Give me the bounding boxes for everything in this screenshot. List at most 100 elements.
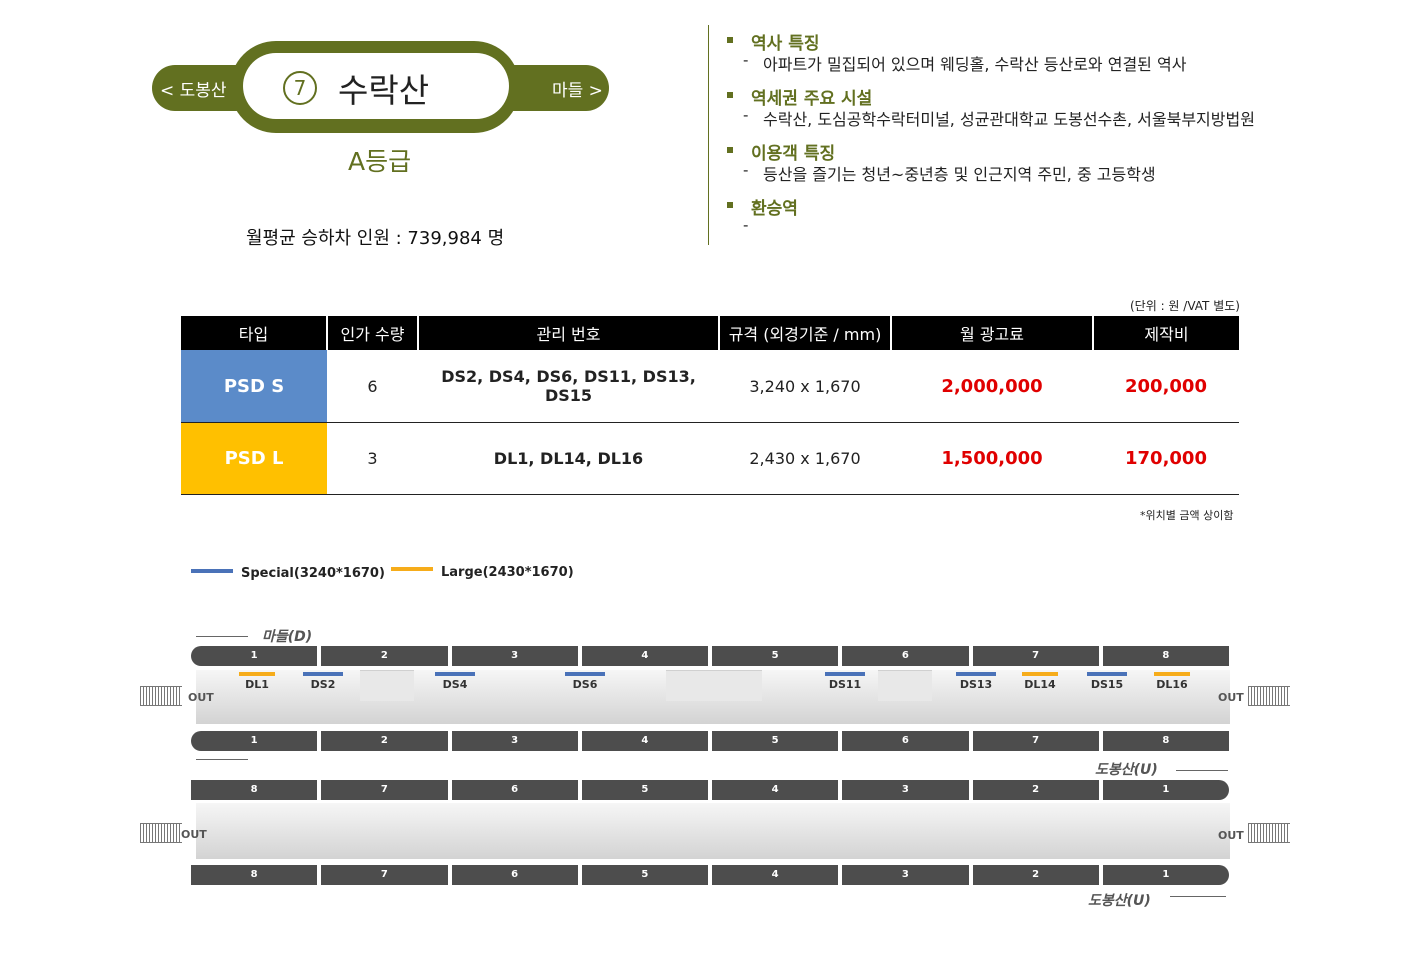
out-label: OUT	[1218, 829, 1244, 842]
dash-icon: -	[743, 106, 749, 124]
arrow-left-icon	[196, 759, 248, 760]
ad-price-table: 타입 인가 수량 관리 번호 규격 (외경기준 / mm) 월 광고료 제작비 …	[181, 316, 1239, 495]
line-number-badge: 7	[283, 71, 317, 105]
screen-label: DL14	[1024, 678, 1056, 691]
screen-marker	[435, 672, 475, 676]
train-car: 7	[972, 731, 1099, 751]
screen-marker	[303, 672, 343, 676]
train-car: 3	[842, 780, 969, 800]
train-car: 8	[191, 865, 318, 885]
train-car: 2	[972, 865, 1099, 885]
screen-marker	[956, 672, 996, 676]
exit-stairs-icon	[140, 823, 182, 843]
train-car: 5	[712, 731, 839, 751]
train-car: 7	[321, 780, 448, 800]
ridership-text: 월평균 승하차 인원 : 739,984 명	[246, 228, 505, 249]
train-car: 2	[972, 780, 1099, 800]
train-car: 7	[972, 646, 1099, 666]
next-station-label: 마들 >	[552, 81, 603, 101]
screen-label: DS6	[572, 678, 598, 691]
qty-cell: 6	[327, 350, 418, 423]
qty-cell: 3	[327, 422, 418, 495]
out-label: OUT	[1218, 691, 1244, 704]
dash-icon: -	[743, 216, 749, 234]
size-cell: 3,240 x 1,670	[719, 350, 891, 423]
exit-stairs-icon	[1248, 686, 1290, 706]
info-text-history: 아파트가 밀집되어 있으며 웨딩홀, 수락산 등산로와 연결된 역사	[763, 55, 1187, 74]
train-car: 1	[1102, 865, 1229, 885]
legend-large-swatch	[391, 567, 433, 571]
out-label: OUT	[181, 828, 207, 841]
platform-gap	[878, 670, 932, 701]
train-car: 8	[1102, 646, 1229, 666]
screen-label: DS4	[442, 678, 468, 691]
train-car: 4	[581, 646, 708, 666]
train-car: 8	[1102, 731, 1229, 751]
screen-marker	[1087, 672, 1127, 676]
divider-line	[708, 25, 709, 245]
dash-icon: -	[743, 51, 749, 69]
legend-special-label: Special(3240*1670)	[241, 566, 385, 581]
bullet-icon	[727, 147, 733, 153]
table-header-row: 타입 인가 수량 관리 번호 규격 (외경기준 / mm) 월 광고료 제작비	[181, 316, 1239, 350]
arrow-right-icon	[1170, 896, 1226, 897]
train-car: 1	[191, 646, 318, 666]
platform-gap	[666, 670, 762, 701]
train-car: 4	[712, 865, 839, 885]
train-car: 2	[321, 731, 448, 751]
col-header-ids: 관리 번호	[418, 316, 720, 350]
train-car: 5	[712, 646, 839, 666]
type-cell: PSD S	[181, 350, 327, 423]
col-header-monthly: 월 광고료	[891, 316, 1094, 350]
screen-label: DS2	[310, 678, 336, 691]
arrow-right-icon	[1176, 770, 1228, 771]
ids-cell: DS2, DS4, DS6, DS11, DS13, DS15	[418, 350, 719, 423]
screen-marker	[825, 672, 865, 676]
bullet-icon	[727, 37, 733, 43]
monthly-fee-cell: 2,000,000	[891, 350, 1093, 423]
prev-station-label: < 도봉산	[160, 81, 227, 101]
legend-special-swatch	[191, 569, 233, 573]
train-car: 6	[842, 731, 969, 751]
screen-label: DS13	[959, 678, 993, 691]
direction-label-mid: 도봉산(U)	[1095, 762, 1158, 778]
info-text-users: 등산을 즐기는 청년~중년층 및 인근지역 주민, 중 고등학생	[763, 165, 1156, 184]
direction-label-bottom: 도봉산(U)	[1088, 893, 1151, 909]
train-car: 1	[191, 731, 318, 751]
screen-marker	[1022, 672, 1058, 676]
station-name: 수락산	[338, 71, 430, 110]
arrow-left-icon	[196, 636, 248, 637]
table-row: PSD L 3 DL1, DL14, DL16 2,430 x 1,670 1,…	[181, 422, 1239, 495]
out-label: OUT	[188, 691, 214, 704]
col-header-production: 제작비	[1093, 316, 1239, 350]
screen-label: DS15	[1090, 678, 1124, 691]
production-cost-cell: 170,000	[1093, 422, 1239, 495]
train-car: 6	[451, 780, 578, 800]
platform-2	[196, 803, 1230, 859]
bullet-icon	[727, 92, 733, 98]
monthly-fee-cell: 1,500,000	[891, 422, 1093, 495]
legend-large-label: Large(2430*1670)	[441, 565, 574, 580]
train-car: 4	[712, 780, 839, 800]
screen-label: DL16	[1156, 678, 1188, 691]
train-car: 4	[581, 731, 708, 751]
train-car: 7	[321, 865, 448, 885]
info-title-transfer: 환승역	[751, 199, 798, 219]
col-header-size: 규격 (외경기준 / mm)	[719, 316, 892, 350]
price-note: *위치별 금액 상이함	[1140, 509, 1234, 522]
platform-gap	[360, 670, 414, 701]
train-car: 8	[191, 780, 318, 800]
train-car: 1	[1102, 780, 1229, 800]
col-header-type: 타입	[181, 316, 328, 350]
screen-marker	[565, 672, 605, 676]
col-header-qty: 인가 수량	[327, 316, 419, 350]
exit-stairs-icon	[140, 686, 182, 706]
direction-label-top: 마들(D)	[262, 629, 313, 645]
train-car: 5	[581, 865, 708, 885]
screen-label: DS11	[828, 678, 862, 691]
unit-note: (단위 : 원 /VAT 별도)	[1130, 299, 1240, 313]
exit-stairs-icon	[1248, 823, 1290, 843]
train-car: 3	[451, 646, 578, 666]
screen-marker	[1154, 672, 1190, 676]
table-row: PSD S 6 DS2, DS4, DS6, DS11, DS13, DS15 …	[181, 350, 1239, 423]
